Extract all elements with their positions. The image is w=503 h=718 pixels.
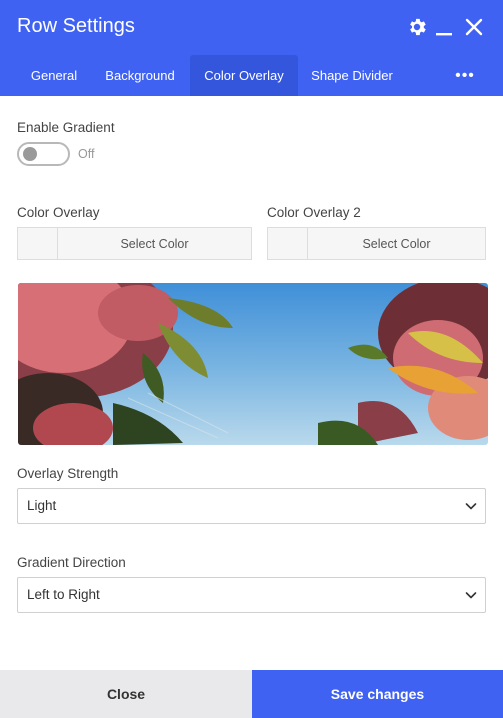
tab-bar: General Background Color Overlay Shape D…	[0, 55, 503, 96]
close-button[interactable]: Close	[0, 670, 252, 718]
color-overlay-picker[interactable]: Select Color	[17, 227, 252, 260]
tab-general[interactable]: General	[18, 55, 90, 96]
toggle-knob	[23, 147, 37, 161]
chevron-down-icon	[465, 503, 477, 510]
color-overlay-2-picker[interactable]: Select Color	[267, 227, 486, 260]
select-color-button[interactable]: Select Color	[58, 228, 251, 259]
minimize-icon[interactable]	[432, 15, 456, 39]
gear-icon[interactable]	[405, 15, 429, 39]
select-color-button-2[interactable]: Select Color	[308, 228, 485, 259]
enable-gradient-label: Enable Gradient	[17, 120, 115, 135]
color-overlay-label: Color Overlay	[17, 205, 100, 220]
gradient-direction-select[interactable]: Left to Right	[17, 577, 486, 613]
overlay-strength-label: Overlay Strength	[17, 466, 119, 481]
color-swatch-2[interactable]	[268, 228, 308, 259]
save-changes-button[interactable]: Save changes	[252, 670, 503, 718]
overlay-preview-image	[18, 283, 488, 445]
overlay-strength-select[interactable]: Light	[17, 488, 486, 524]
panel-title: Row Settings	[17, 15, 135, 37]
chevron-down-icon	[465, 592, 477, 599]
color-swatch[interactable]	[18, 228, 58, 259]
tab-color-overlay[interactable]: Color Overlay	[190, 55, 298, 96]
overlay-strength-value: Light	[27, 498, 57, 513]
close-icon[interactable]	[462, 15, 486, 39]
enable-gradient-toggle[interactable]	[17, 142, 70, 166]
gradient-direction-label: Gradient Direction	[17, 555, 126, 570]
panel-footer: Close Save changes	[0, 670, 503, 718]
tab-background[interactable]: Background	[94, 55, 186, 96]
color-overlay-2-label: Color Overlay 2	[267, 205, 361, 220]
tab-shape-divider[interactable]: Shape Divider	[302, 55, 402, 96]
panel-header: Row Settings General Background Color Ov…	[0, 0, 503, 96]
toggle-state-text: Off	[78, 147, 95, 161]
more-horizontal-icon[interactable]: •••	[453, 55, 477, 96]
gradient-direction-value: Left to Right	[27, 587, 100, 602]
